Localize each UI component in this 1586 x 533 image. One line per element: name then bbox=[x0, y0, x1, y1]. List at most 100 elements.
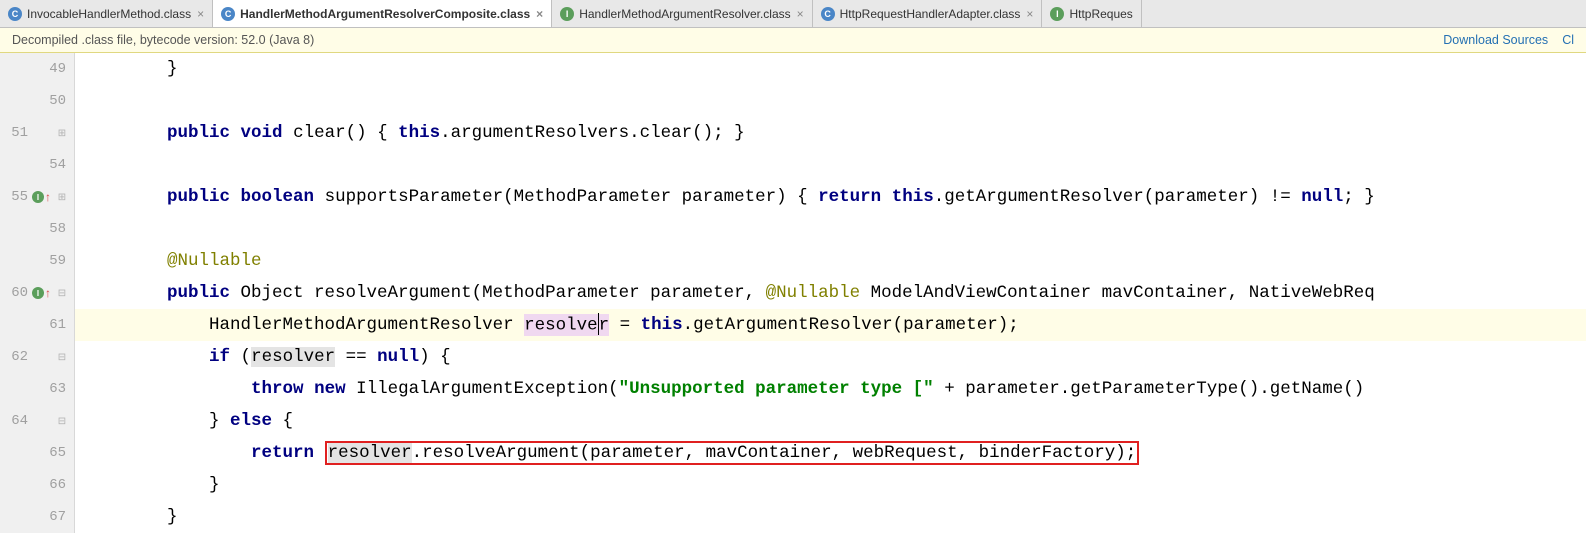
keyword: this bbox=[641, 315, 683, 335]
code-text: supportsParameter(MethodParameter parame… bbox=[314, 187, 818, 207]
override-marker[interactable]: I↑ bbox=[32, 286, 51, 300]
line-number: 54 bbox=[38, 157, 66, 173]
code-text bbox=[83, 283, 167, 303]
code-text: clear() { bbox=[283, 123, 399, 143]
line-number: 61 bbox=[38, 317, 66, 333]
code-editor: 49 50 51 ⊞ 54 55 I↑ ⊞ 58 59 60 I↑ ⊟ 61 62 ⊟ 63… bbox=[0, 53, 1586, 533]
keyword: if bbox=[209, 347, 230, 367]
line-number: 63 bbox=[38, 381, 66, 397]
code-text: + parameter.getParameterType().getName() bbox=[934, 379, 1375, 399]
annotation: @Nullable bbox=[766, 283, 861, 303]
code-text: ( bbox=[230, 347, 251, 367]
keyword: new bbox=[314, 379, 346, 399]
annotation: @Nullable bbox=[167, 251, 262, 271]
code-text: = bbox=[609, 315, 641, 335]
keyword: public bbox=[167, 123, 230, 143]
fold-icon[interactable]: ⊟ bbox=[56, 415, 68, 427]
close-icon[interactable]: × bbox=[797, 7, 804, 21]
line-number: 55 bbox=[0, 189, 28, 205]
download-sources-link[interactable]: Download Sources bbox=[1443, 33, 1548, 47]
current-line: HandlerMethodArgumentResolver resolver =… bbox=[75, 309, 1586, 341]
class-icon: C bbox=[221, 7, 235, 21]
override-marker[interactable]: I↑ bbox=[32, 190, 51, 204]
tab-resolver-composite[interactable]: C HandlerMethodArgumentResolverComposite… bbox=[213, 0, 552, 27]
code-text bbox=[83, 379, 251, 399]
fold-icon[interactable]: ⊞ bbox=[56, 191, 68, 203]
gutter: 49 50 51 ⊞ 54 55 I↑ ⊞ 58 59 60 I↑ ⊟ 61 62 ⊟ 63… bbox=[0, 53, 75, 533]
caret-icon bbox=[598, 313, 599, 335]
keyword: return bbox=[818, 187, 881, 207]
code-text: ; } bbox=[1343, 187, 1375, 207]
code-text: .resolveArgument(parameter, mavContainer… bbox=[412, 443, 1137, 463]
tab-label: InvocableHandlerMethod.class bbox=[27, 7, 191, 21]
highlighted-box: resolver.resolveArgument(parameter, mavC… bbox=[325, 441, 1140, 465]
line-number: 66 bbox=[38, 477, 66, 493]
line-number: 62 bbox=[0, 349, 28, 365]
close-icon[interactable]: × bbox=[536, 7, 543, 21]
keyword: this bbox=[892, 187, 934, 207]
tab-label: HttpReques bbox=[1069, 7, 1132, 21]
code-text: ) { bbox=[419, 347, 451, 367]
tab-http-reques[interactable]: I HttpReques bbox=[1042, 0, 1141, 27]
code-text: { bbox=[272, 411, 293, 431]
line-number: 64 bbox=[0, 413, 28, 429]
interface-icon: I bbox=[560, 7, 574, 21]
code-text: .getArgumentResolver(parameter) != bbox=[934, 187, 1302, 207]
variable-usage: resolver bbox=[251, 347, 335, 367]
code-text: } bbox=[83, 411, 230, 431]
keyword: public bbox=[167, 187, 230, 207]
keyword: else bbox=[230, 411, 272, 431]
code-text: ModelAndViewContainer mavContainer, Nati… bbox=[860, 283, 1375, 303]
tab-label: HandlerMethodArgumentResolver.class bbox=[579, 7, 790, 21]
close-icon[interactable]: × bbox=[197, 7, 204, 21]
string-literal: "Unsupported parameter type [" bbox=[619, 379, 934, 399]
keyword: return bbox=[251, 443, 314, 463]
keyword: null bbox=[1301, 187, 1343, 207]
decompile-info-text: Decompiled .class file, bytecode version… bbox=[12, 33, 314, 47]
code-text bbox=[83, 187, 167, 207]
code-text bbox=[83, 251, 167, 271]
line-number: 49 bbox=[38, 61, 66, 77]
fold-icon[interactable]: ⊟ bbox=[56, 287, 68, 299]
code-text: .getArgumentResolver(parameter); bbox=[683, 315, 1019, 335]
line-number: 59 bbox=[38, 253, 66, 269]
code-text bbox=[83, 347, 209, 367]
line-number: 58 bbox=[38, 221, 66, 237]
line-number: 51 bbox=[0, 125, 28, 141]
info-link-truncated[interactable]: Cl bbox=[1562, 33, 1574, 47]
line-number: 67 bbox=[38, 509, 66, 525]
code-text: == bbox=[335, 347, 377, 367]
interface-icon: I bbox=[1050, 7, 1064, 21]
keyword: this bbox=[398, 123, 440, 143]
fold-icon[interactable]: ⊟ bbox=[56, 351, 68, 363]
class-icon: C bbox=[821, 7, 835, 21]
line-number: 50 bbox=[38, 93, 66, 109]
keyword: throw bbox=[251, 379, 304, 399]
tab-invocable-handler[interactable]: C InvocableHandlerMethod.class × bbox=[0, 0, 213, 27]
fold-icon[interactable]: ⊞ bbox=[56, 127, 68, 139]
decompile-info-bar: Decompiled .class file, bytecode version… bbox=[0, 28, 1586, 53]
keyword: void bbox=[241, 123, 283, 143]
code-area[interactable]: } public void clear() { this.argumentRes… bbox=[75, 53, 1586, 533]
code-text: .argumentResolvers.clear(); } bbox=[440, 123, 745, 143]
close-icon[interactable]: × bbox=[1026, 7, 1033, 21]
code-text: HandlerMethodArgumentResolver bbox=[83, 315, 524, 335]
tab-argument-resolver[interactable]: I HandlerMethodArgumentResolver.class × bbox=[552, 0, 812, 27]
class-icon: C bbox=[8, 7, 22, 21]
keyword: null bbox=[377, 347, 419, 367]
code-text: } bbox=[83, 507, 178, 527]
code-text bbox=[83, 123, 167, 143]
code-text: } bbox=[83, 475, 220, 495]
keyword: public bbox=[167, 283, 230, 303]
editor-tab-bar: C InvocableHandlerMethod.class × C Handl… bbox=[0, 0, 1586, 28]
line-number: 60 bbox=[0, 285, 28, 301]
code-text bbox=[314, 443, 325, 463]
tab-label: HttpRequestHandlerAdapter.class bbox=[840, 7, 1021, 21]
variable-write: resolver bbox=[524, 314, 609, 336]
tab-label: HandlerMethodArgumentResolverComposite.c… bbox=[240, 7, 530, 21]
tab-handler-adapter[interactable]: C HttpRequestHandlerAdapter.class × bbox=[813, 0, 1043, 27]
code-text bbox=[83, 443, 251, 463]
code-text: Object resolveArgument(MethodParameter p… bbox=[230, 283, 766, 303]
code-text: } bbox=[83, 59, 178, 79]
variable-usage: resolver bbox=[328, 443, 412, 463]
